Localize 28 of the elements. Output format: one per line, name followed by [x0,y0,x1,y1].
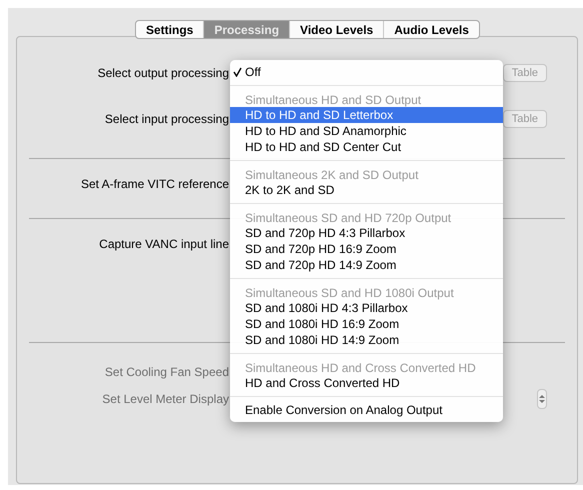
menu-item[interactable]: HD to HD and SD Anamorphic [230,123,503,139]
setting-label: Select input processing [104,111,229,128]
tab[interactable]: Video Levels [289,21,384,38]
setting-label: Capture VANC input line [98,236,229,253]
checkmark-icon [233,67,242,77]
menu-item[interactable]: SD and 1080i HD 4:3 Pillarbox [230,300,503,316]
menu-item[interactable]: SD and 1080i HD 14:9 Zoom [230,332,503,348]
setting-label: Set Level Meter Display [101,391,229,408]
menu-item[interactable]: SD and 720p HD 16:9 Zoom [230,241,503,257]
menu-section-header: Simultaneous SD and HD 1080i Output [244,285,455,300]
menu-item[interactable]: SD and 720p HD 14:9 Zoom [230,257,503,273]
menu-item[interactable]: SD and 720p HD 4:3 Pillarbox [230,225,503,241]
menu-section-header: Simultaneous HD and Cross Converted HD [244,360,477,375]
menu-item[interactable]: Off [230,64,503,80]
menu-section-header: Simultaneous 2K and SD Output [244,167,420,182]
menu-item[interactable]: HD and Cross Converted HD [230,375,503,391]
setting-label: Select output processing [96,65,229,82]
tab[interactable]: Audio Levels [383,21,479,38]
menu-item[interactable]: Enable Conversion on Analog Output [230,402,503,418]
menu-section-header: Simultaneous HD and SD Output [244,92,422,107]
setting-label: Set A-frame VITC reference [80,176,229,193]
menu-section-header: Simultaneous SD and HD 720p Output [244,210,452,225]
tab[interactable]: Settings [136,21,204,38]
menu-item[interactable]: SD and 1080i HD 16:9 Zoom [230,316,503,332]
menu-item[interactable]: HD to HD and SD Center Cut [230,139,503,155]
menu-item[interactable]: HD to HD and SD Letterbox [230,107,503,123]
setting-label: Set Cooling Fan Speed [104,364,229,381]
menu-item[interactable]: 2K to 2K and SD [230,182,503,198]
